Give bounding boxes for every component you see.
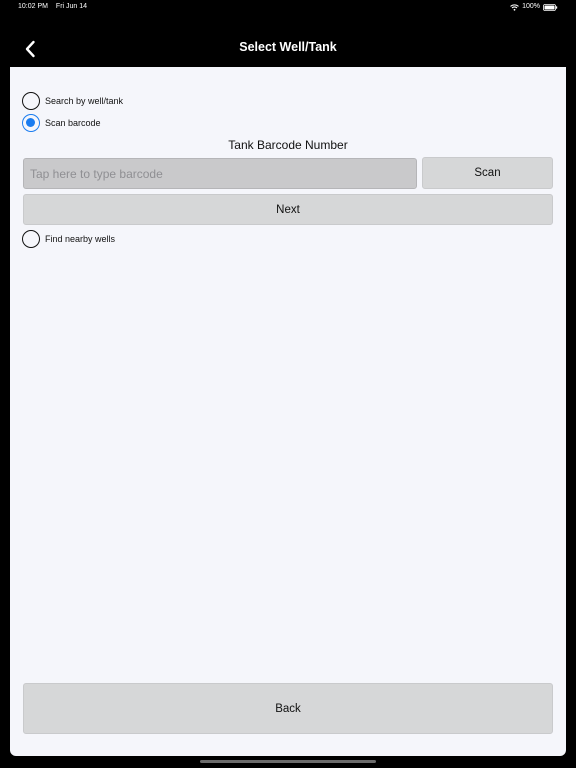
back-button[interactable]: Back [23,683,553,734]
radio-search-by-well-tank[interactable]: Search by well/tank [22,91,123,111]
status-bar: 10:02 PM Fri Jun 14 100% [0,0,576,14]
radio-label: Find nearby wells [45,234,116,244]
content-card: Search by well/tank Scan barcode Tank Ba… [10,67,566,756]
barcode-section-title: Tank Barcode Number [228,138,348,152]
wifi-icon [510,3,519,11]
barcode-input[interactable] [23,158,417,189]
scan-button[interactable]: Scan [422,157,553,189]
next-button[interactable]: Next [23,194,553,225]
radio-scan-barcode[interactable]: Scan barcode [22,113,101,133]
radio-label: Search by well/tank [45,96,124,106]
radio-label: Scan barcode [45,118,101,128]
status-date: Fri Jun 14 [55,3,88,10]
home-indicator[interactable] [200,760,376,763]
battery-icon [543,3,558,11]
radio-button-unchecked[interactable] [22,230,40,248]
status-right: 100% [510,0,558,14]
navigation-bar: Select Well/Tank [0,30,576,66]
screen: 10:02 PM Fri Jun 14 100% Select Well/Tan… [0,0,576,768]
battery-percent: 100% [522,3,540,10]
radio-button-checked[interactable] [22,114,40,132]
status-left: 10:02 PM Fri Jun 14 [18,0,87,14]
radio-find-nearby-wells[interactable]: Find nearby wells [22,229,115,249]
page-title: Select Well/Tank [239,40,337,54]
radio-button-unchecked[interactable] [22,92,40,110]
status-time: 10:02 PM [18,3,48,10]
